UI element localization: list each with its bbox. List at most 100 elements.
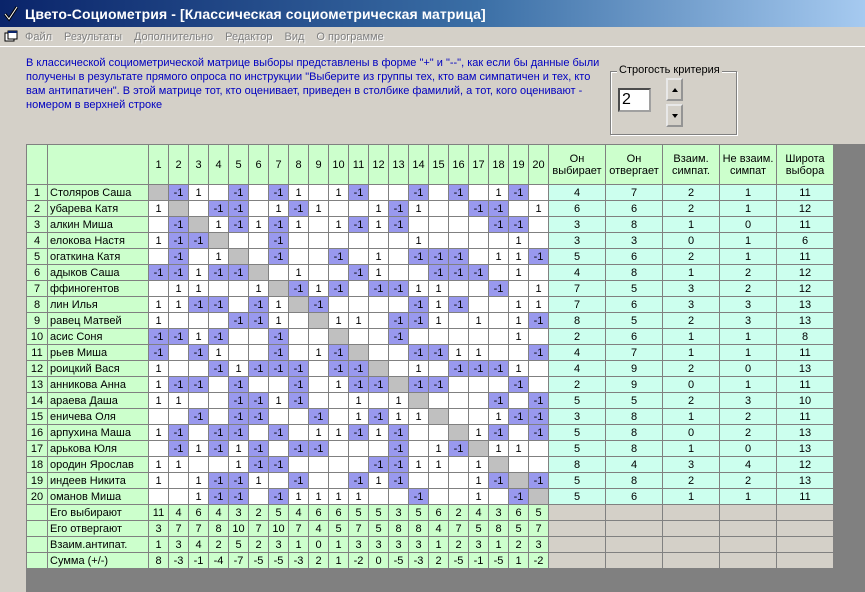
matrix-cell[interactable]: [248, 264, 269, 281]
matrix-cell[interactable]: [328, 232, 349, 249]
matrix-cell[interactable]: [208, 376, 229, 393]
matrix-cell[interactable]: [528, 328, 549, 345]
matrix-cell[interactable]: -1: [268, 360, 289, 377]
matrix-cell[interactable]: [528, 376, 549, 393]
matrix-cell[interactable]: [328, 264, 349, 281]
spin-up-button[interactable]: [666, 78, 683, 101]
matrix-cell[interactable]: -1: [308, 296, 329, 313]
matrix-cell[interactable]: -1: [168, 248, 189, 265]
menu-file[interactable]: Файл: [25, 31, 52, 43]
matrix-cell[interactable]: -1: [228, 216, 249, 233]
matrix-cell[interactable]: [468, 376, 489, 393]
row-name[interactable]: алкин Миша: [47, 216, 149, 233]
sociomatrix-grid[interactable]: 1 2 3 4 5 6 7 8 9 10 11 12 13 14 15 16 17 18 19 20 Он выбира…: [26, 144, 865, 592]
matrix-cell[interactable]: -1: [408, 248, 429, 265]
matrix-cell[interactable]: [328, 472, 349, 489]
matrix-cell[interactable]: [308, 232, 329, 249]
matrix-cell[interactable]: 1: [468, 472, 489, 489]
matrix-cell[interactable]: [288, 248, 309, 265]
matrix-cell[interactable]: 1: [388, 392, 409, 409]
matrix-cell[interactable]: [528, 232, 549, 249]
matrix-cell[interactable]: -1: [228, 200, 249, 217]
table-row[interactable]: 1 Столяров Саша -1 1 -1 -1 1 1 -1 -1 -1 1 -1 4 7 2 1 11: [26, 184, 834, 201]
matrix-cell[interactable]: 1: [408, 232, 429, 249]
matrix-cell[interactable]: 1: [268, 392, 289, 409]
matrix-cell[interactable]: -1: [508, 184, 529, 201]
matrix-cell[interactable]: [488, 312, 509, 329]
matrix-cell[interactable]: [428, 392, 449, 409]
matrix-cell[interactable]: [168, 344, 189, 361]
table-row[interactable]: 10 асис Соня -1 -1 1 -1 -1 -1 1 2 6 1 1 8: [26, 328, 834, 345]
matrix-cell[interactable]: -1: [168, 216, 189, 233]
matrix-cell[interactable]: 1: [348, 488, 369, 505]
matrix-cell[interactable]: 1: [148, 312, 169, 329]
matrix-cell[interactable]: [328, 440, 349, 457]
row-name[interactable]: равец Матвей: [47, 312, 149, 329]
matrix-cell[interactable]: -1: [288, 376, 309, 393]
matrix-cell[interactable]: 1: [368, 200, 389, 217]
matrix-cell[interactable]: -1: [508, 216, 529, 233]
matrix-cell[interactable]: [248, 232, 269, 249]
matrix-cell[interactable]: 1: [488, 184, 509, 201]
matrix-cell[interactable]: [368, 328, 389, 345]
matrix-cell[interactable]: -1: [288, 360, 309, 377]
matrix-cell[interactable]: -1: [208, 264, 229, 281]
matrix-cell[interactable]: [148, 440, 169, 457]
matrix-cell[interactable]: [528, 440, 549, 457]
matrix-cell[interactable]: -1: [208, 440, 229, 457]
menu-view[interactable]: Вид: [285, 31, 305, 43]
matrix-cell[interactable]: -1: [148, 264, 169, 281]
matrix-cell[interactable]: [388, 376, 409, 393]
matrix-cell[interactable]: -1: [328, 360, 349, 377]
matrix-cell[interactable]: 1: [488, 248, 509, 265]
matrix-cell[interactable]: [408, 328, 429, 345]
matrix-cell[interactable]: [508, 456, 529, 473]
matrix-cell[interactable]: [308, 456, 329, 473]
matrix-cell[interactable]: 1: [228, 456, 249, 473]
mdi-document-icon[interactable]: [3, 30, 19, 44]
matrix-cell[interactable]: [188, 200, 209, 217]
matrix-cell[interactable]: 1: [268, 312, 289, 329]
matrix-cell[interactable]: [308, 392, 329, 409]
matrix-cell[interactable]: 1: [148, 360, 169, 377]
matrix-cell[interactable]: [508, 472, 529, 489]
matrix-cell[interactable]: -1: [488, 280, 509, 297]
matrix-cell[interactable]: [348, 280, 369, 297]
matrix-cell[interactable]: -1: [408, 344, 429, 361]
matrix-cell[interactable]: 1: [188, 440, 209, 457]
matrix-cell[interactable]: 1: [308, 200, 329, 217]
matrix-cell[interactable]: [148, 280, 169, 297]
matrix-cell[interactable]: [408, 392, 429, 409]
matrix-cell[interactable]: -1: [388, 440, 409, 457]
matrix-cell[interactable]: [488, 328, 509, 345]
matrix-cell[interactable]: -1: [168, 264, 189, 281]
matrix-cell[interactable]: -1: [348, 472, 369, 489]
matrix-cell[interactable]: [308, 472, 329, 489]
matrix-cell[interactable]: [428, 408, 449, 425]
table-row[interactable]: 5 огаткина Катя -1 1 -1 -1 1 -1 -1 -1 1 1 -1 5 6 2 1 11: [26, 248, 834, 265]
matrix-cell[interactable]: 1: [468, 488, 489, 505]
matrix-cell[interactable]: -1: [488, 360, 509, 377]
matrix-cell[interactable]: [228, 248, 249, 265]
matrix-cell[interactable]: -1: [348, 216, 369, 233]
matrix-cell[interactable]: 1: [308, 344, 329, 361]
matrix-cell[interactable]: 1: [408, 200, 429, 217]
matrix-cell[interactable]: [328, 392, 349, 409]
matrix-cell[interactable]: 1: [148, 472, 169, 489]
matrix-cell[interactable]: -1: [488, 424, 509, 441]
matrix-cell[interactable]: -1: [528, 424, 549, 441]
matrix-cell[interactable]: -1: [448, 264, 469, 281]
matrix-cell[interactable]: -1: [288, 472, 309, 489]
matrix-cell[interactable]: 1: [328, 376, 349, 393]
matrix-cell[interactable]: [368, 344, 389, 361]
matrix-cell[interactable]: [408, 264, 429, 281]
matrix-cell[interactable]: 1: [508, 440, 529, 457]
matrix-cell[interactable]: 1: [328, 488, 349, 505]
matrix-cell[interactable]: [388, 264, 409, 281]
matrix-cell[interactable]: [148, 248, 169, 265]
matrix-cell[interactable]: 1: [308, 424, 329, 441]
matrix-cell[interactable]: 1: [228, 360, 249, 377]
matrix-cell[interactable]: 1: [168, 296, 189, 313]
matrix-cell[interactable]: 1: [528, 200, 549, 217]
matrix-cell[interactable]: [348, 328, 369, 345]
